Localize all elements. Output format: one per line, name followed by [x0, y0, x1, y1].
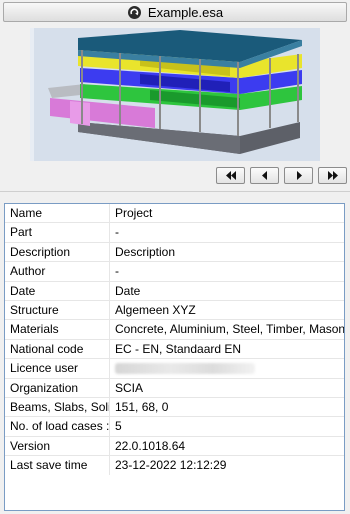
first-button[interactable] [216, 167, 245, 184]
property-name: Licence user [5, 359, 110, 378]
property-value: Description [115, 244, 176, 259]
open-file-button[interactable]: Example.esa [3, 2, 347, 22]
first-icon [224, 169, 238, 183]
property-name: Organization [5, 378, 110, 397]
table-row: No. of load cases : 5 [5, 417, 344, 437]
last-icon [326, 169, 340, 183]
table-row: Date Date [5, 281, 344, 301]
property-value-redacted [110, 359, 344, 377]
property-value: SCIA [115, 380, 144, 395]
properties-table: Name Project Part - Description Descript… [4, 203, 345, 511]
refresh-arrow-icon [127, 5, 142, 20]
table-row: National code EC - EN, Standaard EN [5, 339, 344, 360]
table-row: Version 22.0.1018.64 [5, 436, 344, 457]
property-name: Last save time [5, 456, 110, 476]
property-value: 5 [115, 419, 122, 434]
model-preview-image [30, 28, 320, 161]
property-name: Version [5, 436, 110, 456]
property-value: Algemeen XYZ [115, 302, 196, 317]
next-button[interactable] [284, 167, 313, 184]
table-row: Part - [5, 223, 344, 243]
property-value: 151, 68, 0 [115, 399, 169, 414]
property-value: - [115, 225, 119, 240]
property-value: Concrete, Aluminium, Steel, Timber, Maso… [115, 322, 344, 337]
table-row: Organization SCIA [5, 378, 344, 398]
table-row: Author - [5, 262, 344, 282]
table-row: Description Description [5, 242, 344, 263]
property-name: Materials [5, 320, 110, 339]
previous-button[interactable] [250, 167, 279, 184]
property-value: Project [115, 206, 153, 220]
table-row: Licence user [5, 359, 344, 379]
section-divider [0, 191, 350, 192]
previous-icon [261, 169, 269, 183]
property-value: Date [115, 283, 141, 298]
table-row: Name Project [5, 204, 344, 224]
property-name: Date [5, 281, 110, 300]
last-button[interactable] [318, 167, 347, 184]
property-value: 22.0.1018.64 [115, 438, 186, 453]
next-icon [295, 169, 303, 183]
property-name: National code [5, 339, 110, 359]
property-value: - [115, 264, 119, 279]
redacted-value [115, 363, 255, 375]
property-name: No. of load cases : [5, 417, 110, 436]
table-row: Materials Concrete, Aluminium, Steel, Ti… [5, 320, 344, 340]
table-row: Beams, Slabs, Solids 151, 68, 0 [5, 397, 344, 418]
file-name: Example.esa [147, 4, 224, 20]
property-name: Part [5, 223, 110, 242]
property-name: Beams, Slabs, Solids [5, 397, 110, 417]
property-value: 23-12-2022 12:12:29 [115, 458, 227, 473]
property-name: Structure [5, 300, 110, 320]
property-name: Description [5, 242, 110, 262]
table-row: Structure Algemeen XYZ [5, 300, 344, 321]
property-name: Author [5, 262, 110, 281]
property-value: EC - EN, Standaard EN [115, 341, 242, 356]
table-row: Last save time 23-12-2022 12:12:29 [5, 456, 344, 476]
property-name: Name [5, 204, 110, 223]
